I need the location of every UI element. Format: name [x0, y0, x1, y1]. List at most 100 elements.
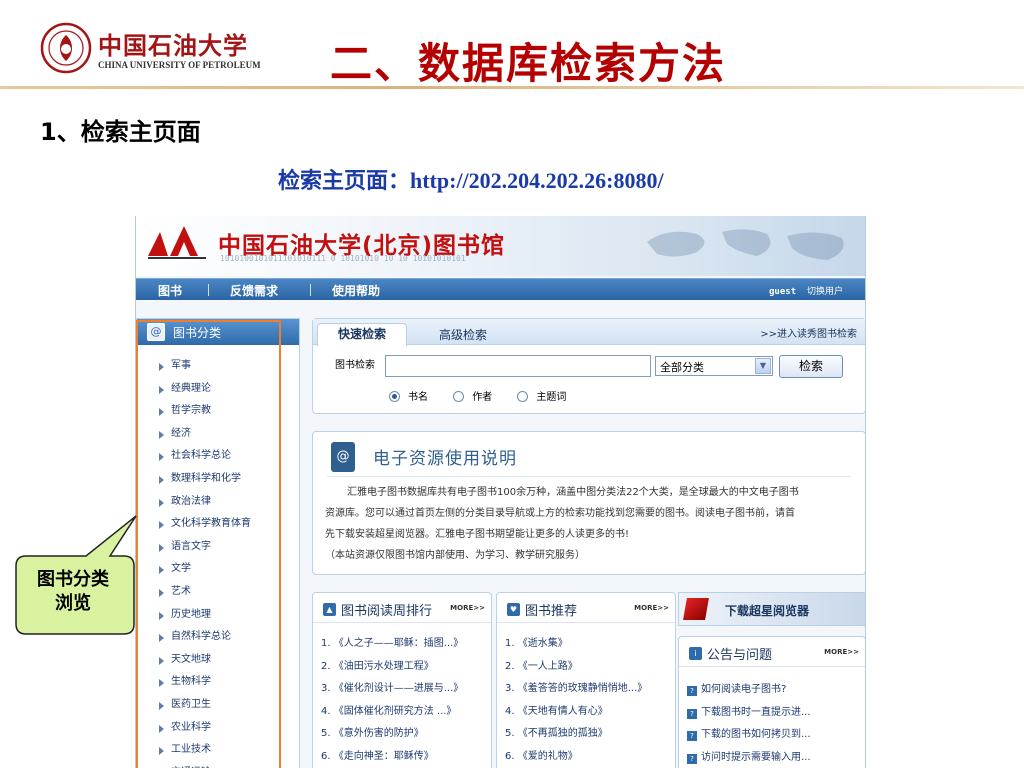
recommend-panel: ♥ 图书推荐 MORE>> 1. 《逝水集》 2. 《一人上路》 3. 《羞答答的玫… [496, 592, 676, 768]
category-select[interactable]: 全部分类 ▼ [655, 356, 773, 376]
category-item[interactable]: 文化科学教育体育 [159, 513, 299, 536]
callout-text: 图书分类 浏览 [12, 568, 134, 616]
recommend-item-label: 6. 《爱的礼物》 [505, 750, 578, 762]
resource-info-title: 电子资源使用说明 [373, 449, 517, 469]
ranking-item[interactable]: 5. 《意外伤害的防护》 [321, 723, 491, 746]
nav-user-area: guest 切换用户 [769, 284, 843, 297]
category-item[interactable]: 文学 [159, 558, 299, 581]
category-item[interactable]: 生物科学 [159, 671, 299, 694]
slide: 中国石油大学 CHINA UNIVERSITY OF PETROLEUM 二、数… [0, 0, 1024, 768]
category-item[interactable]: 医药卫生 [159, 694, 299, 717]
weekly-ranking-panel: ▲ 图书阅读周排行 MORE>> 1. 《人之子——耶稣：插图...》 2. 《油… [312, 592, 492, 768]
category-item-label: 文学 [171, 563, 191, 575]
notice-title: 公告与问题 [707, 648, 773, 663]
notice-item[interactable]: ? 下载的图书如何拷贝到... [687, 724, 865, 747]
nav-feedback[interactable]: 反馈需求 [230, 282, 278, 299]
search-button[interactable]: 检索 [779, 355, 843, 378]
switch-user-link[interactable]: 切换用户 [807, 287, 843, 297]
radio-title[interactable]: 书名 [389, 388, 428, 403]
question-icon: ? [687, 708, 697, 719]
ranking-item-label: 4. 《固体催化剂研究方法 ...》 [321, 705, 457, 717]
title-divider [0, 86, 1024, 89]
category-item-label: 自然科学总论 [171, 631, 231, 643]
chevron-down-icon[interactable]: ▼ [755, 358, 771, 374]
category-item[interactable]: 农业科学 [159, 717, 299, 740]
resource-info-line: 资源库。您可以通过首页左侧的分类目录导航或上方的检索功能找到您需要的图书。阅读电… [325, 508, 795, 519]
superstar-logo-icon [683, 598, 709, 620]
radio-author[interactable]: 作者 [453, 388, 492, 403]
ranking-item[interactable]: 1. 《人之子——耶稣：插图...》 [321, 633, 491, 656]
radio-subject[interactable]: 主题词 [517, 388, 566, 403]
category-item[interactable]: 经典理论 [159, 378, 299, 401]
recommend-item-label: 5. 《不再孤独的孤独》 [505, 728, 608, 740]
notice-item[interactable]: ? 访问时提示需要输入用... [687, 747, 865, 768]
more-link[interactable]: MORE>> [824, 648, 859, 656]
category-item-label: 天文地球 [171, 653, 211, 665]
ranking-item[interactable]: 2. 《油田污水处理工程》 [321, 656, 491, 679]
recommend-item[interactable]: 3. 《羞答答的玫瑰静悄悄地...》 [505, 678, 675, 701]
tab-advanced-search[interactable]: 高级检索 [439, 326, 487, 343]
download-reader-banner[interactable]: 下载超星阅览器 [678, 592, 865, 626]
recommend-item-label: 2. 《一人上路》 [505, 660, 578, 672]
category-item[interactable]: 经济 [159, 423, 299, 446]
recommend-item[interactable]: 5. 《不再孤独的孤独》 [505, 723, 675, 746]
category-item[interactable]: 交通运输 [159, 762, 299, 768]
radio-button[interactable] [453, 391, 465, 402]
category-item[interactable]: 天文地球 [159, 649, 299, 672]
category-item[interactable]: 哲学宗教 [159, 400, 299, 423]
recommend-item[interactable]: 6. 《爱的礼物》 [505, 746, 675, 768]
category-item-label: 经济 [171, 427, 191, 439]
university-name-cn: 中国石油大学 [98, 31, 248, 60]
more-link[interactable]: MORE>> [634, 604, 669, 612]
category-item[interactable]: 数理科学和化学 [159, 468, 299, 491]
notice-item-label: 下载的图书如何拷贝到... [701, 729, 811, 741]
category-item-label: 经典理论 [171, 382, 211, 394]
category-item[interactable]: 工业技术 [159, 739, 299, 762]
recommend-title: 图书推荐 [525, 604, 578, 619]
category-item[interactable]: 艺术 [159, 581, 299, 604]
library-logo-icon [148, 226, 206, 259]
category-item[interactable]: 历史地理 [159, 604, 299, 627]
category-item[interactable]: 社会科学总论 [159, 445, 299, 468]
radio-button[interactable] [389, 391, 400, 402]
library-homepage-screenshot: 中国石油大学(北京)图书馆 1010100101011101010111 0 1… [135, 216, 866, 768]
search-input[interactable] [385, 355, 651, 377]
category-item-label: 历史地理 [171, 608, 211, 620]
showcase-search-link[interactable]: >>进入读秀图书检索 [760, 325, 857, 340]
callout-line: 浏览 [55, 593, 91, 614]
nav-books[interactable]: 图书 [158, 282, 182, 299]
notice-item-label: 下载图书时一直提示进... [701, 706, 811, 718]
category-item[interactable]: 语言文字 [159, 536, 299, 559]
notice-item-label: 如何阅读电子图书? [701, 684, 787, 695]
more-link[interactable]: MORE>> [450, 604, 485, 612]
notice-item[interactable]: ? 如何阅读电子图书? [687, 679, 865, 702]
category-panel-title: 图书分类 [173, 326, 222, 340]
radio-button[interactable] [517, 391, 529, 402]
section-heading: 1、检索主页面 [40, 118, 201, 146]
weekly-ranking-list: 1. 《人之子——耶稣：插图...》 2. 《油田污水处理工程》 3. 《催化剂设计… [313, 623, 491, 768]
notice-item[interactable]: ? 下载图书时一直提示进... [687, 702, 865, 725]
category-item[interactable]: 政治法律 [159, 491, 299, 514]
radio-label: 书名 [408, 392, 428, 403]
ranking-item[interactable]: 6. 《走向神圣：耶稣传》 [321, 746, 491, 768]
nav-help[interactable]: 使用帮助 [332, 282, 380, 299]
slide-title: 二、数据库检索方法 [330, 39, 727, 88]
recommend-item[interactable]: 4. 《天地有情人有心》 [505, 701, 675, 724]
recommend-header: ♥ 图书推荐 MORE>> [497, 593, 675, 623]
category-item-label: 哲学宗教 [171, 405, 211, 417]
weekly-ranking-title: 图书阅读周排行 [341, 604, 433, 619]
category-list: 军事经典理论哲学宗教经济社会科学总论数理科学和化学政治法律 文化科学教育体育 语言文… [137, 345, 299, 768]
tab-quick-search[interactable]: 快速检索 [317, 323, 407, 346]
recommend-item[interactable]: 1. 《逝水集》 [505, 633, 675, 656]
ranking-item[interactable]: 4. 《固体催化剂研究方法 ...》 [321, 701, 491, 724]
category-select-value: 全部分类 [660, 361, 704, 374]
search-card: 快速检索 高级检索 >>进入读秀图书检索 图书检索 全部分类 ▼ 检索 书名 作… [312, 318, 865, 414]
nav-separator [310, 284, 311, 296]
category-item[interactable]: 自然科学总论 [159, 626, 299, 649]
category-item[interactable]: 军事 [159, 355, 299, 378]
world-map-icon [647, 229, 844, 260]
recommend-item[interactable]: 2. 《一人上路》 [505, 656, 675, 679]
ranking-item[interactable]: 3. 《催化剂设计——进展与...》 [321, 678, 491, 701]
radio-label: 主题词 [536, 392, 567, 403]
category-item-label: 数理科学和化学 [171, 472, 241, 484]
